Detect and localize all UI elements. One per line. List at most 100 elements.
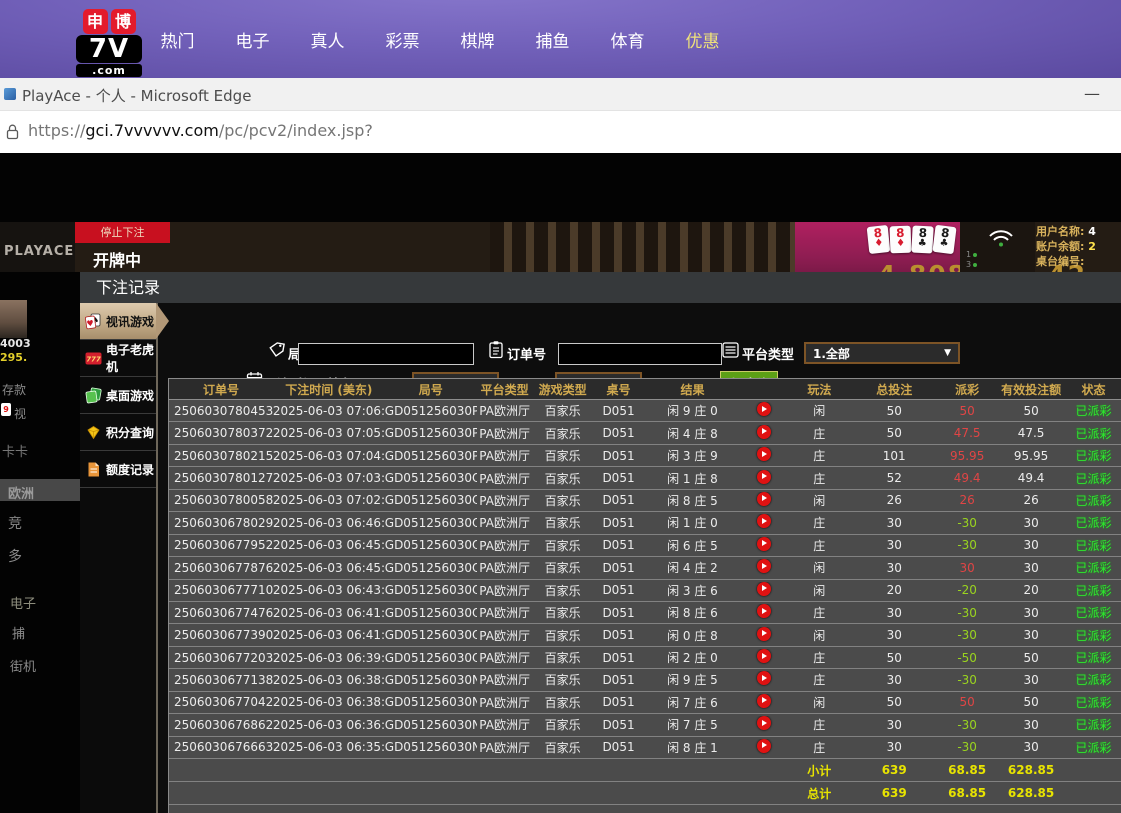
order-id-label: 订单号 xyxy=(507,344,546,363)
playace-logo: PLAYACE xyxy=(4,244,74,259)
cell-status: 已派彩 xyxy=(1066,671,1121,688)
play-icon[interactable] xyxy=(757,492,771,506)
cell-status: 已派彩 xyxy=(1066,604,1121,621)
column-header-platform-type: 平台类型 xyxy=(477,381,533,398)
cell-bet-time: 2025-06-03 07:06:07 xyxy=(273,404,385,418)
play-icon[interactable] xyxy=(757,694,771,708)
site-logo[interactable]: 申 博 7V .com xyxy=(76,9,142,77)
cell-result: 闲 7 庄 6 xyxy=(644,694,740,711)
cell-round-id: GD051256030O2 xyxy=(385,628,477,642)
grand-total-row: 总计63968.85628.85 xyxy=(169,782,1121,805)
subtotal-bet-play: 小计 xyxy=(788,762,850,779)
table-row: 2506030677042282025-06-03 06:38:07GD0512… xyxy=(169,692,1121,714)
cell-status: 已派彩 xyxy=(1066,447,1121,464)
cell-replay xyxy=(740,447,788,464)
bet-records-table: 订单号下注时间 (美东)局号平台类型游戏类型桌号结果玩法总投注派彩有效投注额状态… xyxy=(168,378,1121,813)
table-body: 2506030780453162025-06-03 07:06:07GD0512… xyxy=(169,400,1121,805)
play-icon[interactable] xyxy=(757,514,771,528)
menu-item-hot[interactable]: 热门 xyxy=(140,27,215,52)
cell-payout: 49.4 xyxy=(938,471,996,485)
play-icon[interactable] xyxy=(757,604,771,618)
cell-total-bet: 30 xyxy=(850,606,938,620)
menu-item-slots[interactable]: 电子 xyxy=(215,27,290,52)
menu-item-fishing[interactable]: 捕鱼 xyxy=(515,27,590,52)
platform-type-label: 平台类型 xyxy=(742,344,794,363)
cell-total-bet: 50 xyxy=(850,404,938,418)
sidebar-item-quota-records[interactable]: 额度记录 xyxy=(80,451,156,488)
clipboard-icon xyxy=(488,340,504,359)
table-row: 2506030678029532025-06-03 06:46:27GD0512… xyxy=(169,512,1121,534)
cell-bet-play: 闲 xyxy=(788,492,850,509)
sidebar-item-label: 视讯游戏 xyxy=(106,313,154,330)
sidebar-item-video-games[interactable]: ♠ ♥ 视讯游戏 xyxy=(80,303,156,340)
cell-order-number: 250603067747676 xyxy=(169,606,273,620)
cell-status: 已派彩 xyxy=(1066,514,1121,531)
sidebar-item-label: 额度记录 xyxy=(106,461,154,478)
cell-platform-type: PA欧洲厅 xyxy=(477,716,533,733)
menu-item-cards[interactable]: 棋牌 xyxy=(440,27,515,52)
cell-payout: -50 xyxy=(938,651,996,665)
play-icon[interactable] xyxy=(757,537,771,551)
tag-icon xyxy=(268,341,286,359)
cell-bet-play: 庄 xyxy=(788,671,850,688)
play-icon[interactable] xyxy=(757,470,771,484)
cell-table-number: D051 xyxy=(593,404,645,418)
card-8-club: 8♣ xyxy=(911,225,933,253)
menu-item-promo[interactable]: 优惠 xyxy=(665,27,740,52)
play-icon[interactable] xyxy=(757,627,771,641)
cell-result: 闲 3 庄 6 xyxy=(644,582,740,599)
platform-type-select[interactable]: 1.全部 ▼ xyxy=(804,342,960,364)
url-text[interactable]: https://gci.7vvvvvv.com/pc/pcv2/index.js… xyxy=(28,121,373,140)
play-icon[interactable] xyxy=(757,582,771,596)
cell-payout: -30 xyxy=(938,740,996,754)
cell-replay xyxy=(740,716,788,733)
table-row: 2506030677710292025-06-03 06:43:45GD0512… xyxy=(169,580,1121,602)
cell-bet-play: 闲 xyxy=(788,627,850,644)
browser-urlbar[interactable]: https://gci.7vvvvvv.com/pc/pcv2/index.js… xyxy=(0,111,1121,153)
cell-total-bet: 20 xyxy=(850,583,938,597)
sidebar-item-slots[interactable]: 777 电子老虎机 xyxy=(80,340,156,377)
cell-order-number: 250603067720332 xyxy=(169,651,273,665)
sidebar-item-points[interactable]: 积分查询 xyxy=(80,414,156,451)
bg-fragment: 多 xyxy=(8,546,22,566)
menu-item-sports[interactable]: 体育 xyxy=(590,27,665,52)
cell-result: 闲 8 庄 5 xyxy=(644,492,740,509)
play-icon[interactable] xyxy=(757,559,771,573)
menu-item-lottery[interactable]: 彩票 xyxy=(365,27,440,52)
cell-total-bet: 26 xyxy=(850,493,938,507)
top-navigation: 申 博 7V .com 热门 电子 真人 彩票 棋牌 捕鱼 体育 优惠 xyxy=(0,0,1121,78)
play-icon[interactable] xyxy=(757,739,771,753)
cell-status: 已派彩 xyxy=(1066,716,1121,733)
play-icon[interactable] xyxy=(757,425,771,439)
cell-payout: 30 xyxy=(938,561,996,575)
signal-rows: 1 3 xyxy=(966,250,977,270)
round-id-input[interactable] xyxy=(298,343,474,365)
cell-game-type: 百家乐 xyxy=(533,649,593,666)
play-icon[interactable] xyxy=(757,716,771,730)
cell-result: 闲 3 庄 9 xyxy=(644,447,740,464)
play-icon[interactable] xyxy=(757,402,771,416)
cell-table-number: D051 xyxy=(593,583,645,597)
sidebar-item-table-games[interactable]: 桌面游戏 xyxy=(80,377,156,414)
cell-valid-bet: 30 xyxy=(996,673,1066,687)
play-icon[interactable] xyxy=(757,671,771,685)
cell-bet-time: 2025-06-03 06:41:46 xyxy=(273,606,385,620)
minimize-button[interactable]: — xyxy=(1084,84,1100,103)
cell-valid-bet: 30 xyxy=(996,516,1066,530)
cell-result: 闲 2 庄 0 xyxy=(644,649,740,666)
order-id-input[interactable] xyxy=(558,343,722,365)
cell-total-bet: 50 xyxy=(850,426,938,440)
cell-table-number: D051 xyxy=(593,426,645,440)
play-icon[interactable] xyxy=(757,649,771,663)
play-icon[interactable] xyxy=(757,447,771,461)
table-row: 2506030780127872025-06-03 07:03:31GD0512… xyxy=(169,467,1121,489)
cell-replay xyxy=(740,470,788,487)
cell-round-id: GD051256030OY xyxy=(385,493,477,507)
cell-payout: 50 xyxy=(938,404,996,418)
cell-order-number: 250603067739070 xyxy=(169,628,273,642)
cell-round-id: GD051256030P3 xyxy=(385,404,477,418)
cell-game-type: 百家乐 xyxy=(533,492,593,509)
subtotal-row: 小计63968.85628.85 xyxy=(169,759,1121,782)
menu-item-live[interactable]: 真人 xyxy=(290,27,365,52)
cell-total-bet: 30 xyxy=(850,538,938,552)
